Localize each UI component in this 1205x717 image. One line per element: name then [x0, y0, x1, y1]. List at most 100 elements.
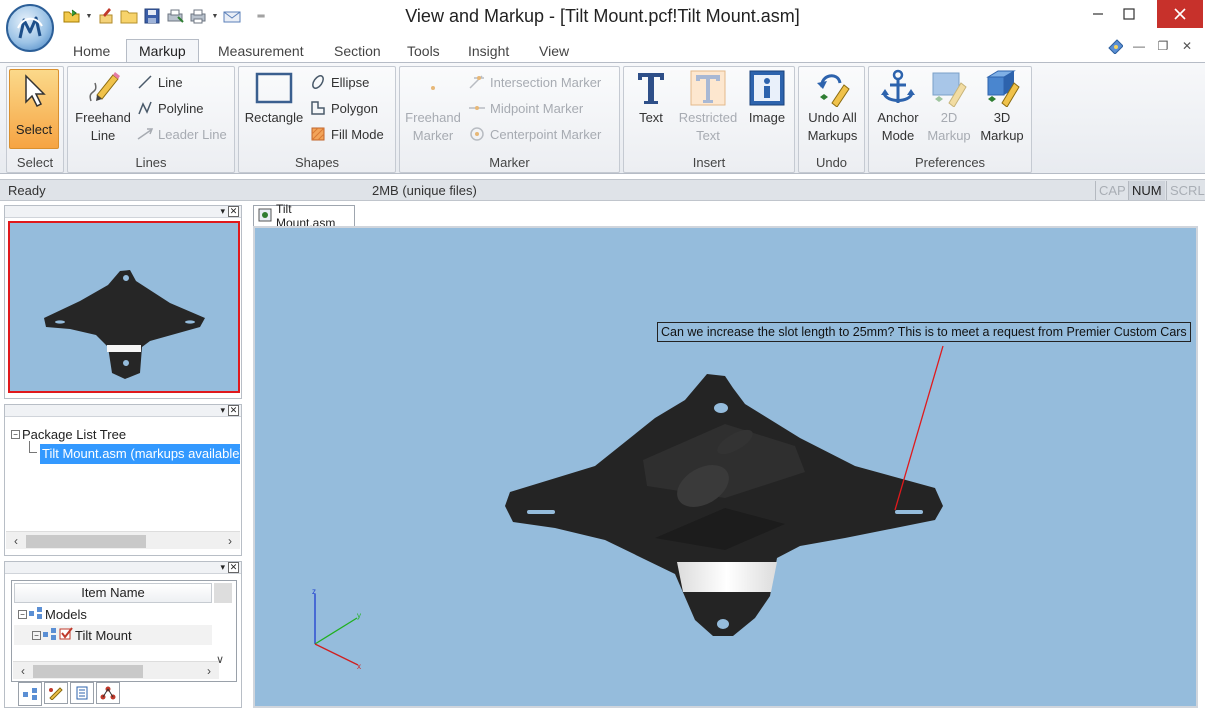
markup-text-callout[interactable]: Can we increase the slot length to 25mm?… — [657, 322, 1191, 342]
axis-y-label: y — [357, 611, 361, 620]
panel-pin-icon[interactable]: ▾ — [220, 206, 225, 217]
restricted-text-button[interactable]: Restricted Text — [676, 69, 740, 145]
scroll-left-icon[interactable]: ‹ — [15, 663, 31, 679]
thumbnail-view[interactable] — [8, 221, 240, 393]
print-icon[interactable] — [188, 6, 208, 26]
item-name-header[interactable]: Item Name — [14, 583, 212, 603]
group-shapes-label: Shapes — [294, 155, 340, 170]
polyline-icon — [136, 99, 154, 117]
group-undo-label: Undo — [815, 155, 848, 170]
scroll-thumb[interactable] — [33, 665, 143, 678]
structure-tab-icon[interactable] — [96, 682, 120, 704]
maximize-button[interactable] — [1106, 0, 1152, 28]
panel-pin-icon[interactable]: ▾ — [220, 562, 225, 573]
app-logo[interactable] — [6, 4, 54, 52]
panel-pin-icon[interactable]: ▾ — [220, 405, 225, 416]
scroll-right-icon[interactable]: › — [222, 533, 238, 549]
polygon-button[interactable]: Polygon — [309, 97, 378, 119]
brush-icon[interactable] — [96, 6, 116, 26]
models-icon — [29, 607, 43, 622]
open-dropdown-icon[interactable]: ▼ — [85, 6, 93, 26]
3d-markup-button[interactable]: 3D Markup — [975, 69, 1029, 145]
scroll-right-icon[interactable]: › — [201, 663, 217, 679]
centerpoint-marker-button[interactable]: Centerpoint Marker — [468, 123, 601, 145]
close-button[interactable] — [1157, 0, 1203, 28]
cursor-icon — [20, 74, 50, 111]
checkbox-checked-icon[interactable] — [59, 627, 73, 643]
freehand-marker-label-1: Freehand — [405, 110, 461, 125]
leader-line-button[interactable]: Leader Line — [136, 123, 227, 145]
table-row-models[interactable]: − Models — [18, 607, 87, 622]
midpoint-marker-button[interactable]: Midpoint Marker — [468, 97, 583, 119]
tree-horizontal-scrollbar[interactable]: ‹ › — [6, 531, 240, 549]
intersection-marker-button[interactable]: Intersection Marker — [468, 71, 601, 93]
freehand-line-button[interactable]: Freehand Line — [72, 69, 134, 145]
line-button[interactable]: Line — [136, 71, 183, 93]
midpoint-marker-label: Midpoint Marker — [490, 100, 584, 116]
printer-setup-icon[interactable] — [165, 6, 185, 26]
folder-icon[interactable] — [119, 6, 139, 26]
mdi-minimize-button[interactable]: — — [1131, 38, 1147, 54]
tab-tools[interactable]: Tools — [395, 39, 452, 62]
freehand-marker-button[interactable]: Freehand Marker — [402, 69, 464, 145]
collapse-icon[interactable]: − — [18, 610, 27, 619]
tab-section[interactable]: Section — [322, 39, 393, 62]
tab-view[interactable]: View — [527, 39, 581, 62]
panel-close-icon[interactable]: ✕ — [228, 405, 239, 416]
table-scroll-top[interactable] — [214, 583, 232, 603]
scroll-thumb[interactable] — [26, 535, 146, 548]
tree-root[interactable]: − Package List Tree — [11, 427, 126, 442]
ellipse-icon — [309, 73, 327, 91]
help-icon[interactable] — [1107, 38, 1123, 54]
model-canvas: z y x — [312, 345, 944, 671]
print-dropdown-icon[interactable]: ▼ — [211, 6, 219, 26]
document-tab[interactable]: Tilt Mount.asm — [253, 202, 355, 230]
table-horizontal-scrollbar[interactable]: ‹ › — [13, 661, 219, 679]
select-button[interactable]: Select — [9, 69, 59, 149]
collapse-icon[interactable]: − — [32, 630, 41, 640]
fill-mode-button[interactable]: Fill Mode — [309, 123, 384, 145]
3d-markup-icon — [983, 69, 1021, 107]
mdi-close-button[interactable]: ✕ — [1179, 38, 1195, 54]
group-insert: Text Restricted Text Image Insert — [623, 66, 795, 173]
text-button[interactable]: Text — [626, 69, 676, 127]
anchor-mode-button[interactable]: Anchor Mode — [871, 69, 925, 145]
panel-close-icon[interactable]: ✕ — [228, 206, 239, 217]
tab-markup[interactable]: Markup — [126, 39, 199, 62]
markup-tab-icon[interactable] — [44, 682, 68, 704]
cap-indicator: CAP — [1095, 181, 1129, 200]
model-tree-tab-icon[interactable] — [18, 682, 42, 706]
tree-item-selected[interactable]: Tilt Mount.asm (markups available) — [40, 444, 240, 464]
3d-viewport[interactable]: z y x Can we increase the slot length to… — [253, 226, 1198, 708]
rectangle-label: Rectangle — [244, 110, 304, 125]
open-icon[interactable] — [62, 6, 82, 26]
undo-all-markups-button[interactable]: Undo All Markups — [801, 69, 864, 145]
panel-close-icon[interactable]: ✕ — [228, 562, 239, 573]
ellipse-button[interactable]: Ellipse — [309, 71, 369, 93]
group-insert-label: Insert — [692, 155, 726, 170]
intersection-marker-label: Intersection Marker — [490, 74, 602, 90]
fill-mode-label: Fill Mode — [331, 126, 384, 142]
email-icon[interactable] — [222, 6, 242, 26]
tab-measurement[interactable]: Measurement — [206, 39, 316, 62]
group-marker: Freehand Marker Intersection Marker Midp… — [399, 66, 620, 173]
tab-insight[interactable]: Insight — [456, 39, 521, 62]
collapse-icon[interactable]: − — [11, 430, 20, 439]
centerpoint-marker-icon — [468, 125, 486, 143]
polyline-button[interactable]: Polyline — [136, 97, 204, 119]
title-bar: ▼ ▼ ═ View and Markup - [Tilt Mount.pcf!… — [0, 0, 1205, 36]
package-tree-panel-header: ▾ ✕ — [5, 405, 241, 417]
scroll-left-icon[interactable]: ‹ — [8, 533, 24, 549]
restricted-text-icon — [689, 69, 727, 107]
tab-home[interactable]: Home — [61, 39, 122, 62]
mdi-restore-button[interactable]: ❐ — [1155, 38, 1171, 54]
document-tab-icon[interactable] — [70, 682, 94, 704]
rectangle-button[interactable]: Rectangle — [243, 69, 305, 127]
image-button[interactable]: Image — [742, 69, 792, 127]
customize-icon[interactable]: ═ — [257, 6, 265, 26]
table-row-tilt-mount[interactable]: − Tilt Mount — [32, 627, 132, 643]
save-icon[interactable] — [142, 6, 162, 26]
2d-markup-button[interactable]: 2D Markup — [925, 69, 973, 145]
intersection-marker-icon — [468, 73, 486, 91]
tilt-mount-label: Tilt Mount — [75, 627, 132, 643]
